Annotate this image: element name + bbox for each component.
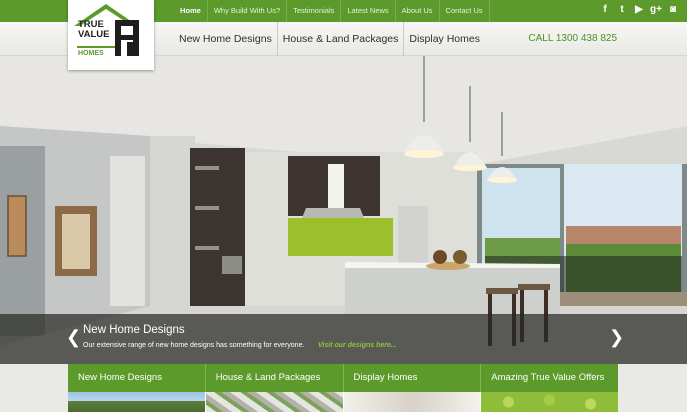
top-nav-testimonials[interactable]: Testimonials bbox=[287, 0, 342, 22]
top-nav-latest-news[interactable]: Latest News bbox=[341, 0, 396, 22]
logo-graphic: TRUE VALUE HOMES bbox=[74, 4, 139, 57]
tab-new-home-designs[interactable]: New Home Designs bbox=[68, 364, 206, 392]
slider-caption bbox=[0, 314, 687, 364]
logo-text-homes: HOMES bbox=[78, 50, 104, 57]
main-navigation: New Home Designs House & Land Packages D… bbox=[174, 22, 485, 56]
feature-thumbnails bbox=[68, 392, 618, 412]
thumbnail-aerial[interactable] bbox=[205, 392, 344, 412]
top-nav-why-build[interactable]: Why Build With Us? bbox=[208, 0, 288, 22]
thumbnail-apples[interactable] bbox=[481, 392, 618, 412]
twitter-icon[interactable]: t bbox=[616, 3, 628, 17]
tab-house-land-packages[interactable]: House & Land Packages bbox=[205, 364, 344, 392]
facebook-icon[interactable]: f bbox=[599, 3, 611, 17]
feature-tabs: New Home Designs House & Land Packages D… bbox=[68, 364, 618, 392]
slider-prev-arrow-icon[interactable]: ❮ bbox=[66, 326, 81, 348]
main-nav-new-home-designs[interactable]: New Home Designs bbox=[174, 22, 278, 56]
slider-title: New Home Designs bbox=[83, 324, 185, 336]
main-nav-display-homes[interactable]: Display Homes bbox=[404, 22, 485, 56]
top-nav-about-us[interactable]: About Us bbox=[396, 0, 440, 22]
tab-display-homes[interactable]: Display Homes bbox=[343, 364, 482, 392]
instagram-icon[interactable]: ◙ bbox=[667, 3, 679, 17]
phone-number[interactable]: CALL 1300 438 825 bbox=[528, 22, 617, 56]
true-value-homes-logo[interactable]: TRUE VALUE HOMES bbox=[68, 0, 154, 70]
google-plus-icon[interactable]: g+ bbox=[650, 3, 662, 17]
social-links: f t ▶ g+ ◙ bbox=[599, 3, 679, 17]
top-nav-home[interactable]: Home bbox=[174, 0, 208, 22]
top-navigation: Home Why Build With Us? Testimonials Lat… bbox=[174, 0, 490, 22]
logo-text-value: VALUE bbox=[78, 29, 110, 40]
slider-link[interactable]: Visit our designs here... bbox=[318, 342, 397, 349]
tab-true-value-offers[interactable]: Amazing True Value Offers bbox=[481, 364, 618, 392]
slider-description: Our extensive range of new home designs … bbox=[83, 342, 305, 349]
top-nav-contact-us[interactable]: Contact Us bbox=[440, 0, 490, 22]
thumbnail-house[interactable] bbox=[68, 392, 206, 412]
slider-next-arrow-icon[interactable]: ❯ bbox=[609, 326, 624, 348]
youtube-icon[interactable]: ▶ bbox=[633, 3, 645, 17]
main-nav-house-land-packages[interactable]: House & Land Packages bbox=[278, 22, 405, 56]
thumbnail-interior[interactable] bbox=[343, 392, 482, 412]
